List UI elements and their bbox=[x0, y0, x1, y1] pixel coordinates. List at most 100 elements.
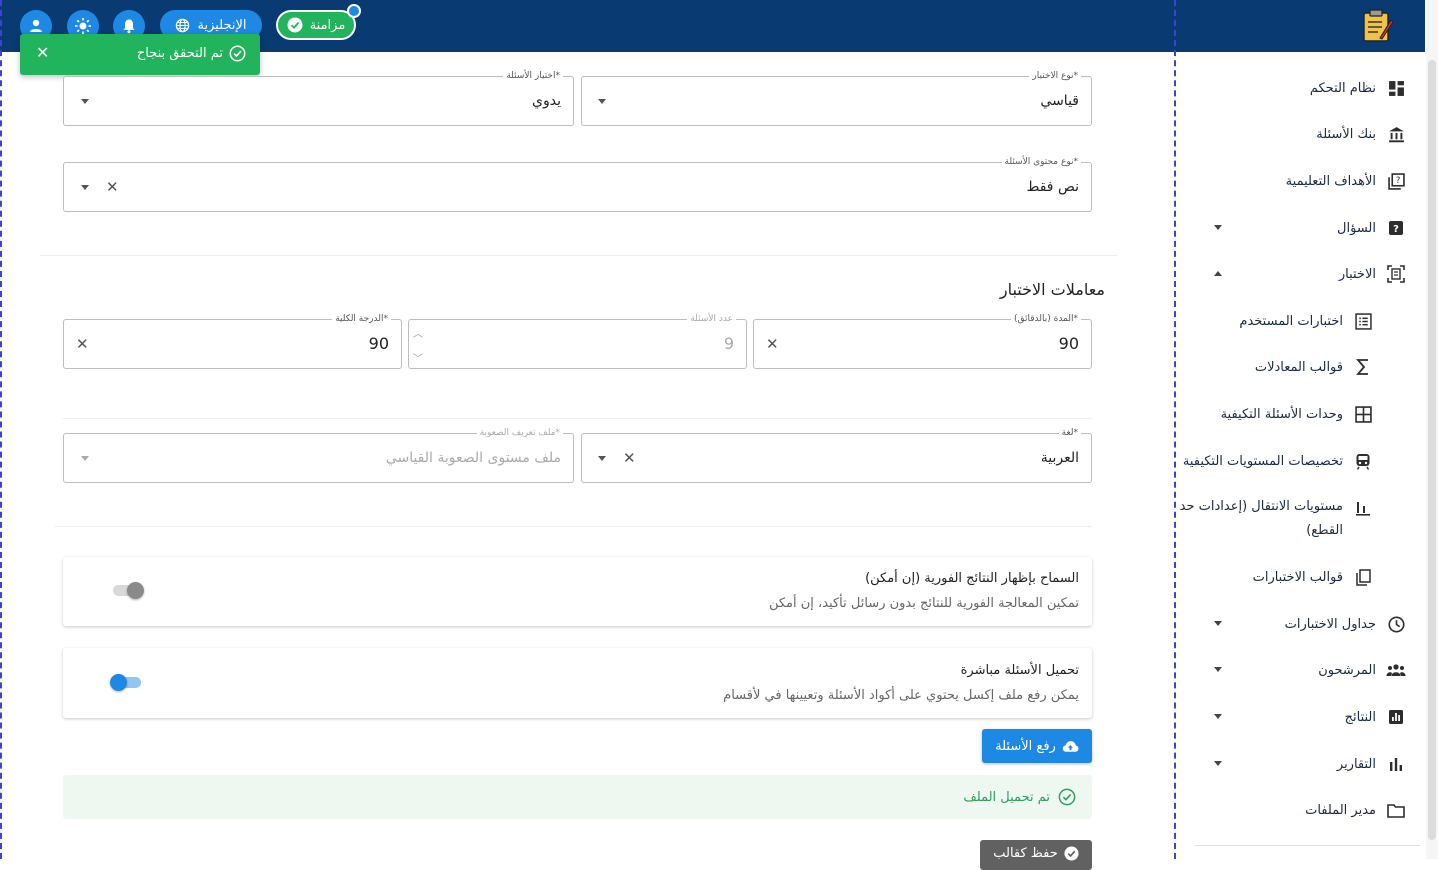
objectives-icon: ? bbox=[1386, 171, 1406, 191]
app-logo bbox=[1360, 8, 1394, 44]
save-as-template-button[interactable]: حفظ كقالب bbox=[980, 840, 1092, 870]
section-divider bbox=[63, 418, 1092, 419]
frame-guide-right bbox=[1174, 0, 1176, 859]
expand-chevron-down-icon[interactable] bbox=[1214, 714, 1222, 719]
sidebar-item-label: مدير الملفات bbox=[1305, 802, 1376, 818]
question-icon: ? bbox=[1386, 218, 1406, 238]
sync-status-dot bbox=[347, 4, 361, 18]
sidebar-item-dashboard[interactable]: نظام التحكم bbox=[1310, 78, 1406, 98]
sidebar-item-label: قوالب الاختبارات bbox=[1252, 569, 1343, 585]
bank-icon bbox=[1386, 124, 1406, 144]
stepper-up-icon: ︿ bbox=[413, 329, 423, 340]
sidebar-item-file-manager[interactable]: مدير الملفات bbox=[1305, 800, 1406, 820]
exam-type-label: نوع الاختبار* bbox=[1029, 70, 1081, 82]
frame-guide-left bbox=[0, 0, 2, 859]
sidebar-item-adaptive-units[interactable]: وحدات الأسئلة التكيفية bbox=[1221, 404, 1373, 424]
instant-results-toggle-thumb[interactable] bbox=[127, 582, 144, 599]
expand-chevron-down-icon[interactable] bbox=[1214, 761, 1222, 766]
sidebar-scrollbar[interactable] bbox=[1426, 0, 1438, 859]
sidebar-item-label: التقارير bbox=[1336, 756, 1376, 772]
chevron-down-icon[interactable] bbox=[81, 185, 89, 190]
folder-icon bbox=[1386, 800, 1406, 820]
difficulty-profile-select: ملف تعريف الصعوبة* ملف مستوى الصعوبة الق… bbox=[63, 427, 574, 483]
sidebar-item-label: الاختبار bbox=[1338, 266, 1376, 282]
collapse-chevron-up-icon[interactable] bbox=[1214, 271, 1222, 276]
sidebar-item-transition-levels[interactable]: مستويات الانتقال (إعدادات حد القطع) bbox=[1180, 497, 1373, 543]
question-selection-label: اختيار الأسئلة* bbox=[503, 70, 563, 82]
sidebar-item-label: جداول الاختبارات bbox=[1284, 616, 1376, 632]
check-circle-outline-icon bbox=[229, 45, 246, 62]
total-score-label: الدرجة الكلية* bbox=[332, 313, 391, 325]
train-icon bbox=[1353, 451, 1373, 471]
instant-results-title: السماح بإظهار النتائج الفورية (إن أمكن) bbox=[865, 571, 1079, 586]
sidebar-item-candidates[interactable]: المرشحون bbox=[1318, 660, 1406, 680]
direct-upload-toggle-thumb[interactable] bbox=[110, 674, 127, 691]
sidebar-scroll-thumb[interactable] bbox=[1428, 60, 1436, 840]
sidebar-item-label: قوالب المعادلات bbox=[1254, 359, 1343, 375]
sidebar-item-learning-objectives[interactable]: ? الأهداف التعليمية bbox=[1286, 171, 1406, 191]
direct-upload-title: تحميل الأسئلة مباشرة bbox=[960, 663, 1079, 678]
svg-text:?: ? bbox=[1395, 176, 1400, 186]
question-selection-value: يدوي bbox=[532, 93, 561, 109]
check-circle-outline-icon bbox=[1058, 788, 1076, 806]
success-toast: ✕ تم التحقق بنجاح bbox=[20, 34, 260, 75]
sidebar-item-exam[interactable]: الاختبار bbox=[1339, 264, 1406, 284]
exam-type-value: قياسي bbox=[1040, 93, 1079, 109]
dashboard-icon bbox=[1386, 78, 1406, 98]
instant-results-description: تمكين المعالجة الفورية للنتائج بدون رسائ… bbox=[768, 596, 1079, 611]
language-label: الإنجليزية bbox=[197, 17, 247, 33]
upload-success-message: تم تحميل الملف bbox=[963, 789, 1050, 805]
question-content-type-label: نوع محتوى الأسئلة* bbox=[1001, 156, 1081, 168]
direct-upload-description: يمكن رفع ملف إكسل يحتوي على أكواد الأسئل… bbox=[723, 688, 1079, 703]
cloud-upload-icon bbox=[1062, 740, 1079, 752]
sidebar-divider bbox=[1195, 845, 1420, 846]
exam-icon bbox=[1386, 264, 1406, 284]
expand-chevron-down-icon[interactable] bbox=[1214, 621, 1222, 626]
sidebar-item-equation-templates[interactable]: قوالب المعادلات bbox=[1255, 357, 1373, 377]
chevron-down-icon[interactable] bbox=[598, 456, 606, 461]
sync-button[interactable]: مزامنة bbox=[276, 10, 356, 40]
direct-upload-card: تحميل الأسئلة مباشرة يمكن رفع ملف إكسل ي… bbox=[63, 648, 1092, 718]
sidebar-item-label: مستويات الانتقال (إعدادات حد bbox=[1179, 499, 1343, 514]
question-selection-select[interactable]: اختيار الأسئلة* يدوي bbox=[63, 70, 574, 126]
expand-chevron-down-icon[interactable] bbox=[1214, 667, 1222, 672]
clear-icon[interactable]: ✕ bbox=[76, 335, 89, 353]
clear-icon[interactable]: ✕ bbox=[766, 335, 779, 353]
duration-field[interactable]: المدة (بالدقائق)* 90 ✕ bbox=[753, 313, 1092, 369]
sidebar-item-results[interactable]: النتائج bbox=[1345, 707, 1406, 727]
user-icon bbox=[30, 19, 42, 32]
question-content-type-select[interactable]: نوع محتوى الأسئلة* نص فقط ✕ bbox=[63, 156, 1092, 212]
duration-label: المدة (بالدقائق)* bbox=[1010, 313, 1081, 325]
sidebar-item-user-exams[interactable]: اختبارات المستخدم bbox=[1239, 311, 1373, 331]
sidebar-item-label: اختبارات المستخدم bbox=[1239, 313, 1343, 329]
sidebar-item-reports[interactable]: التقارير bbox=[1337, 754, 1406, 774]
exam-params-title: معاملات الاختبار bbox=[999, 280, 1105, 299]
sidebar-item-adaptive-levels[interactable]: تخصيصات المستويات التكيفية bbox=[1183, 451, 1373, 471]
sidebar-item-exam-schedules[interactable]: جداول الاختبارات bbox=[1285, 614, 1406, 634]
clock-icon bbox=[1386, 614, 1406, 634]
total-score-value: 90 bbox=[368, 334, 389, 353]
difficulty-profile-value: ملف مستوى الصعوبة القياسي bbox=[385, 450, 561, 466]
sidebar-item-question[interactable]: ? السؤال bbox=[1337, 218, 1406, 238]
clear-icon[interactable]: ✕ bbox=[623, 449, 636, 467]
toast-message: تم التحقق بنجاح bbox=[136, 46, 223, 61]
close-icon[interactable]: ✕ bbox=[36, 45, 49, 61]
copy-icon bbox=[1353, 567, 1373, 587]
upload-success-alert: تم تحميل الملف bbox=[63, 775, 1092, 819]
expand-chevron-down-icon[interactable] bbox=[1214, 225, 1222, 230]
language-select[interactable]: لغة* العربية ✕ bbox=[581, 427, 1092, 483]
total-score-field[interactable]: الدرجة الكلية* 90 ✕ bbox=[63, 313, 402, 369]
brightness-icon bbox=[75, 18, 91, 34]
chevron-down-icon[interactable] bbox=[598, 99, 606, 104]
chevron-down-icon[interactable] bbox=[81, 99, 89, 104]
sidebar-item-question-bank[interactable]: بنك الأسئلة bbox=[1316, 124, 1406, 144]
section-divider bbox=[40, 255, 1117, 256]
sidebar-item-label: وحدات الأسئلة التكيفية bbox=[1220, 406, 1343, 422]
sidebar-item-exam-templates[interactable]: قوالب الاختبارات bbox=[1253, 567, 1373, 587]
chevron-down-icon bbox=[81, 456, 89, 461]
duration-value: 90 bbox=[1058, 334, 1079, 353]
clear-icon[interactable]: ✕ bbox=[106, 178, 119, 196]
exam-type-select[interactable]: نوع الاختبار* قياسي bbox=[581, 70, 1092, 126]
upload-questions-button[interactable]: رفع الأسئلة bbox=[982, 729, 1092, 763]
bar-chart-icon bbox=[1353, 497, 1373, 517]
